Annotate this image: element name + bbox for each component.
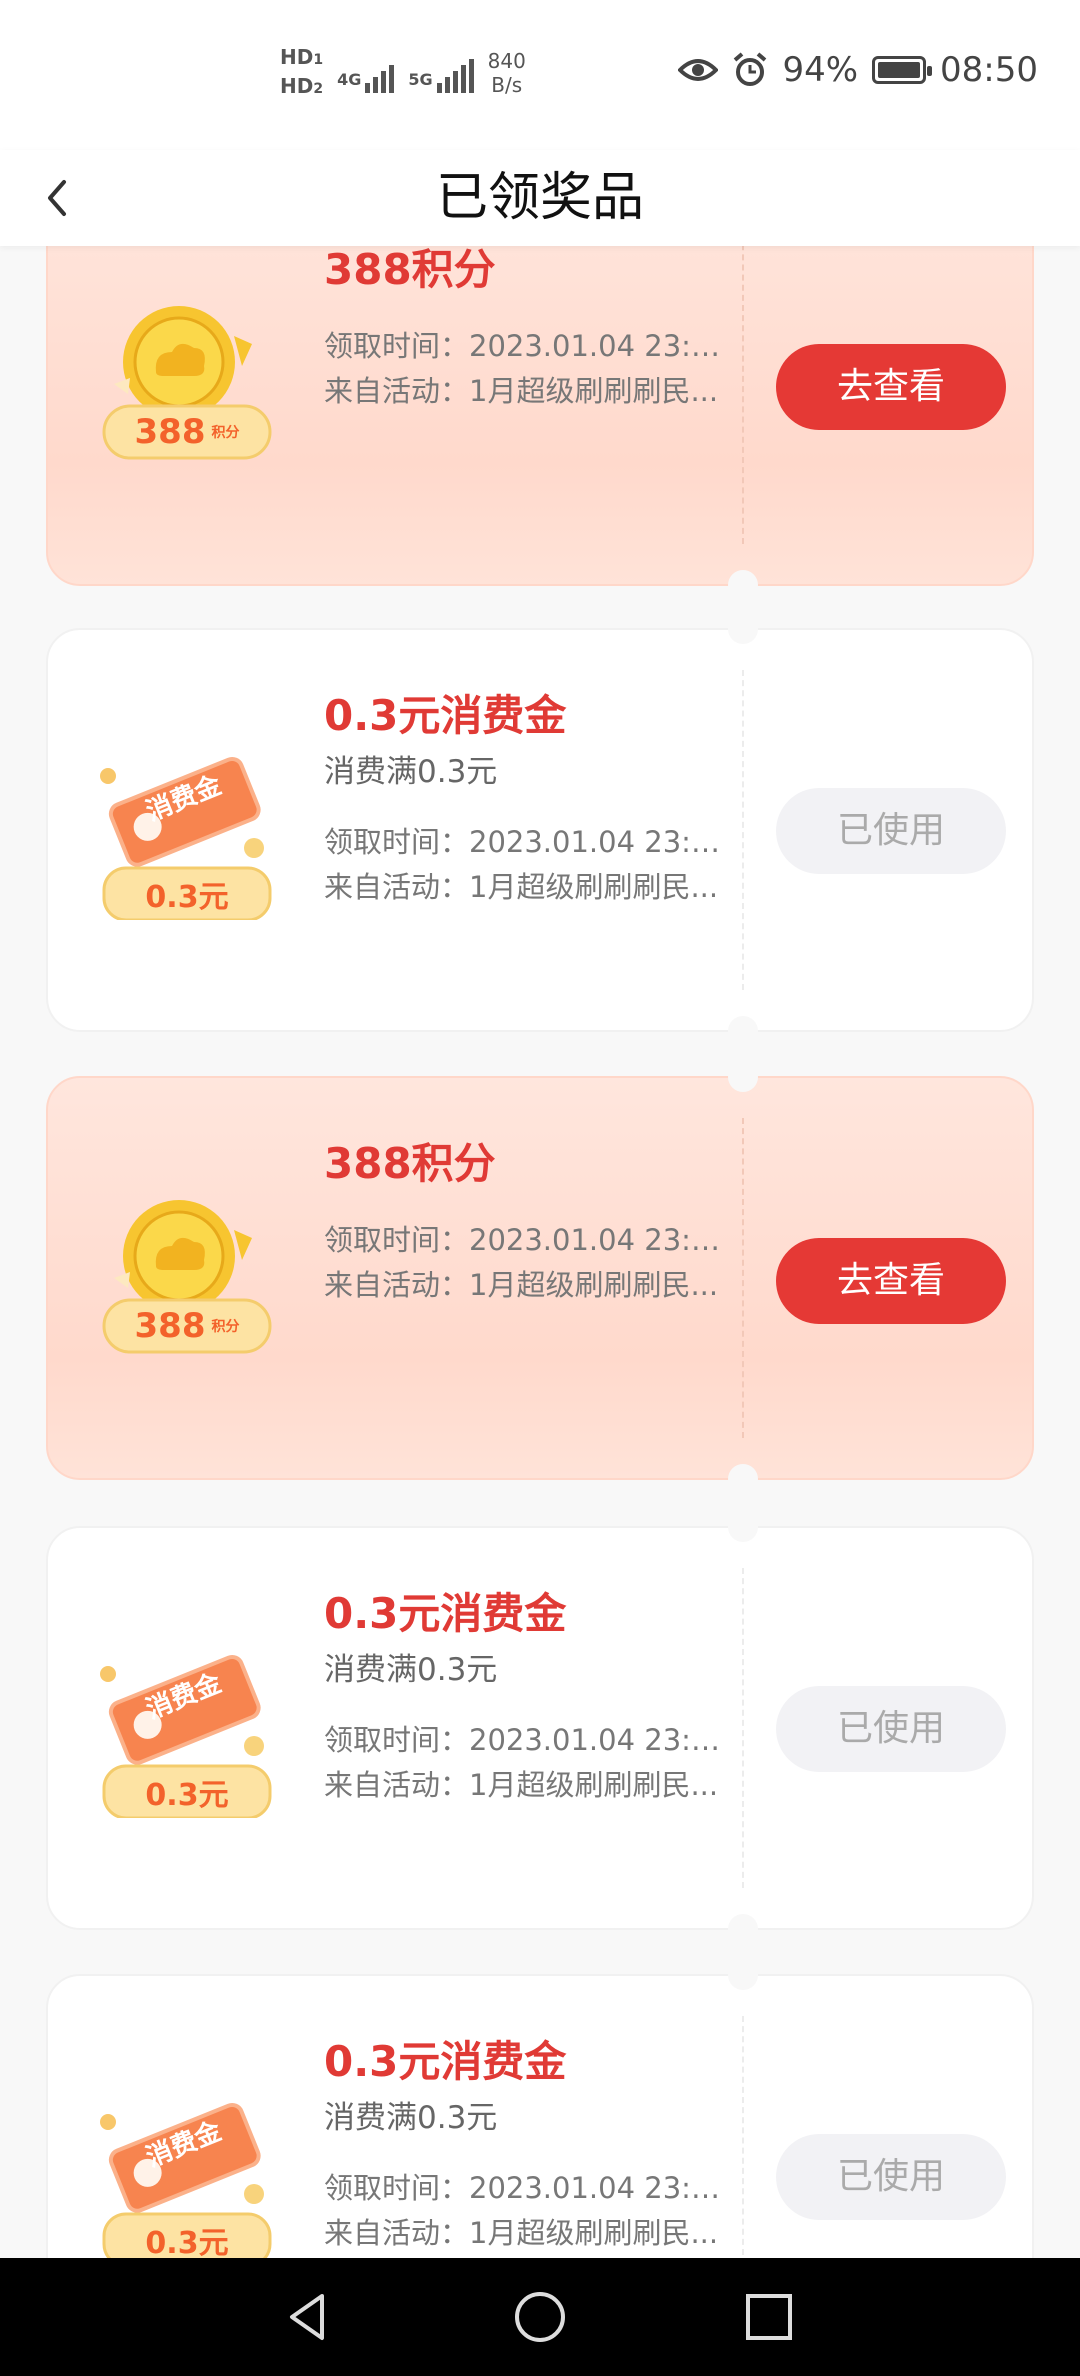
- recent-square-icon: [746, 2294, 792, 2340]
- battery-percent: 94%: [782, 50, 859, 90]
- prize-name: 0.3元消费金: [324, 2037, 567, 2086]
- claim-time: 领取时间：2023.01.04 23:05: [324, 1223, 724, 1257]
- eye-icon: [678, 59, 719, 81]
- prize-name: 388积分: [324, 246, 496, 294]
- prize-info: 0.3元消费金 消费满0.3元 领取时间：2023.01.04 23:05 来自…: [324, 2034, 724, 2256]
- prize-name: 0.3元消费金: [324, 691, 567, 740]
- signal-icon: [365, 53, 395, 93]
- claim-time: 领取时间：2023.01.04 23:05: [324, 825, 724, 859]
- used-button[interactable]: 已使用: [776, 788, 1006, 874]
- speed-unit: B/s: [491, 73, 523, 97]
- icon-points-value: 388: [134, 1306, 206, 1346]
- net-speed: 840 B/s: [488, 49, 526, 97]
- prize-name: 388积分: [324, 1139, 496, 1188]
- status-right: 94% 08:50: [678, 50, 1038, 90]
- used-button[interactable]: 已使用: [776, 2134, 1006, 2220]
- prize-list[interactable]: 388 积分 388积分 领取时间：2023.01.04 23:05 来自活动：…: [46, 246, 1034, 2258]
- prize-info: 388积分 领取时间：2023.01.04 23:05 来自活动：1月超级刷刷刷…: [324, 246, 724, 414]
- cash-ticket-icon: 消费金 0.3元: [94, 1638, 274, 1820]
- status-bar: HD1 HD2 4G 5G 840 B/s 94% 08:50: [0, 0, 1080, 150]
- icon-points-unit: 积分: [211, 425, 240, 441]
- claim-time: 领取时间：2023.01.04 23:05: [324, 329, 724, 363]
- used-button[interactable]: 已使用: [776, 1686, 1006, 1772]
- icon-points-unit: 积分: [211, 1319, 240, 1335]
- net1-label: 4G: [337, 70, 362, 89]
- activity-source: 来自活动：1月超级刷刷刷民...: [324, 2216, 719, 2250]
- claim-time: 领取时间：2023.01.04 23:05: [324, 1723, 724, 1757]
- prize-condition: 消费满0.3元: [324, 754, 498, 790]
- prize-card: 消费金 0.3元 0.3元消费金 消费满0.3元 领取时间：2023.01.04…: [46, 1512, 1034, 1944]
- nav-recent-button[interactable]: [738, 2286, 800, 2348]
- alarm-icon: [734, 52, 767, 86]
- prize-card: 388 积分 388积分 领取时间：2023.01.04 23:05 来自活动：…: [46, 246, 1034, 600]
- claim-time: 领取时间：2023.01.04 23:05: [324, 2171, 724, 2205]
- back-triangle-icon: [290, 2294, 324, 2340]
- prize-info: 0.3元消费金 消费满0.3元 领取时间：2023.01.04 23:05 来自…: [324, 688, 724, 910]
- system-nav-bar: [0, 2258, 1080, 2376]
- page-header: 已领奖品: [0, 150, 1080, 246]
- clock: 08:50: [940, 50, 1038, 90]
- prize-info: 0.3元消费金 消费满0.3元 领取时间：2023.01.04 23:05 来自…: [324, 1586, 724, 1808]
- speed-value: 840: [487, 49, 526, 73]
- prize-name: 0.3元消费金: [324, 1589, 567, 1638]
- hd1-label: HD: [280, 45, 314, 69]
- prize-condition: 消费满0.3元: [324, 1652, 498, 1688]
- nav-back-button[interactable]: [278, 2286, 340, 2348]
- status-left: HD1 HD2 4G 5G 840 B/s: [280, 44, 526, 102]
- prize-card: 消费金 0.3元 0.3元消费金 消费满0.3元 领取时间：2023.01.04…: [46, 1960, 1034, 2258]
- signal-icon: [436, 53, 474, 93]
- activity-source: 来自活动：1月超级刷刷刷民...: [324, 1768, 719, 1802]
- activity-source: 来自活动：1月超级刷刷刷民...: [324, 870, 719, 904]
- icon-cash-value: 0.3元: [145, 880, 229, 915]
- home-circle-icon: [515, 2292, 565, 2342]
- coin-icon: 388 积分: [94, 1188, 274, 1368]
- nav-home-button[interactable]: [509, 2286, 571, 2348]
- cash-ticket-icon: 消费金 0.3元: [94, 2086, 274, 2258]
- prize-info: 388积分 领取时间：2023.01.04 23:05 来自活动：1月超级刷刷刷…: [324, 1136, 724, 1308]
- prize-condition: 消费满0.3元: [324, 2100, 498, 2136]
- hd2-label: HD: [280, 74, 314, 98]
- view-button[interactable]: 去查看: [776, 1238, 1006, 1324]
- prize-card: 消费金 0.3元 0.3元消费金 消费满0.3元 领取时间：2023.01.04…: [46, 614, 1034, 1046]
- hd-indicators: HD1 HD2: [280, 44, 323, 102]
- prize-card: 388 积分 388积分 领取时间：2023.01.04 23:05 来自活动：…: [46, 1062, 1034, 1494]
- icon-cash-value: 0.3元: [145, 2226, 229, 2258]
- view-button[interactable]: 去查看: [776, 344, 1006, 430]
- sim1-label: 1: [313, 52, 324, 68]
- coin-icon: 388 积分: [94, 294, 274, 474]
- cash-ticket-icon: 消费金 0.3元: [94, 740, 274, 922]
- activity-source: 来自活动：1月超级刷刷刷民...: [324, 374, 719, 408]
- icon-cash-value: 0.3元: [145, 1778, 229, 1813]
- activity-source: 来自活动：1月超级刷刷刷民...: [324, 1268, 719, 1302]
- icon-points-value: 388: [134, 412, 206, 452]
- net2-label: 5G: [408, 70, 433, 89]
- battery-icon: [872, 56, 933, 84]
- page-title: 已领奖品: [435, 168, 644, 228]
- sim2-label: 2: [313, 81, 324, 97]
